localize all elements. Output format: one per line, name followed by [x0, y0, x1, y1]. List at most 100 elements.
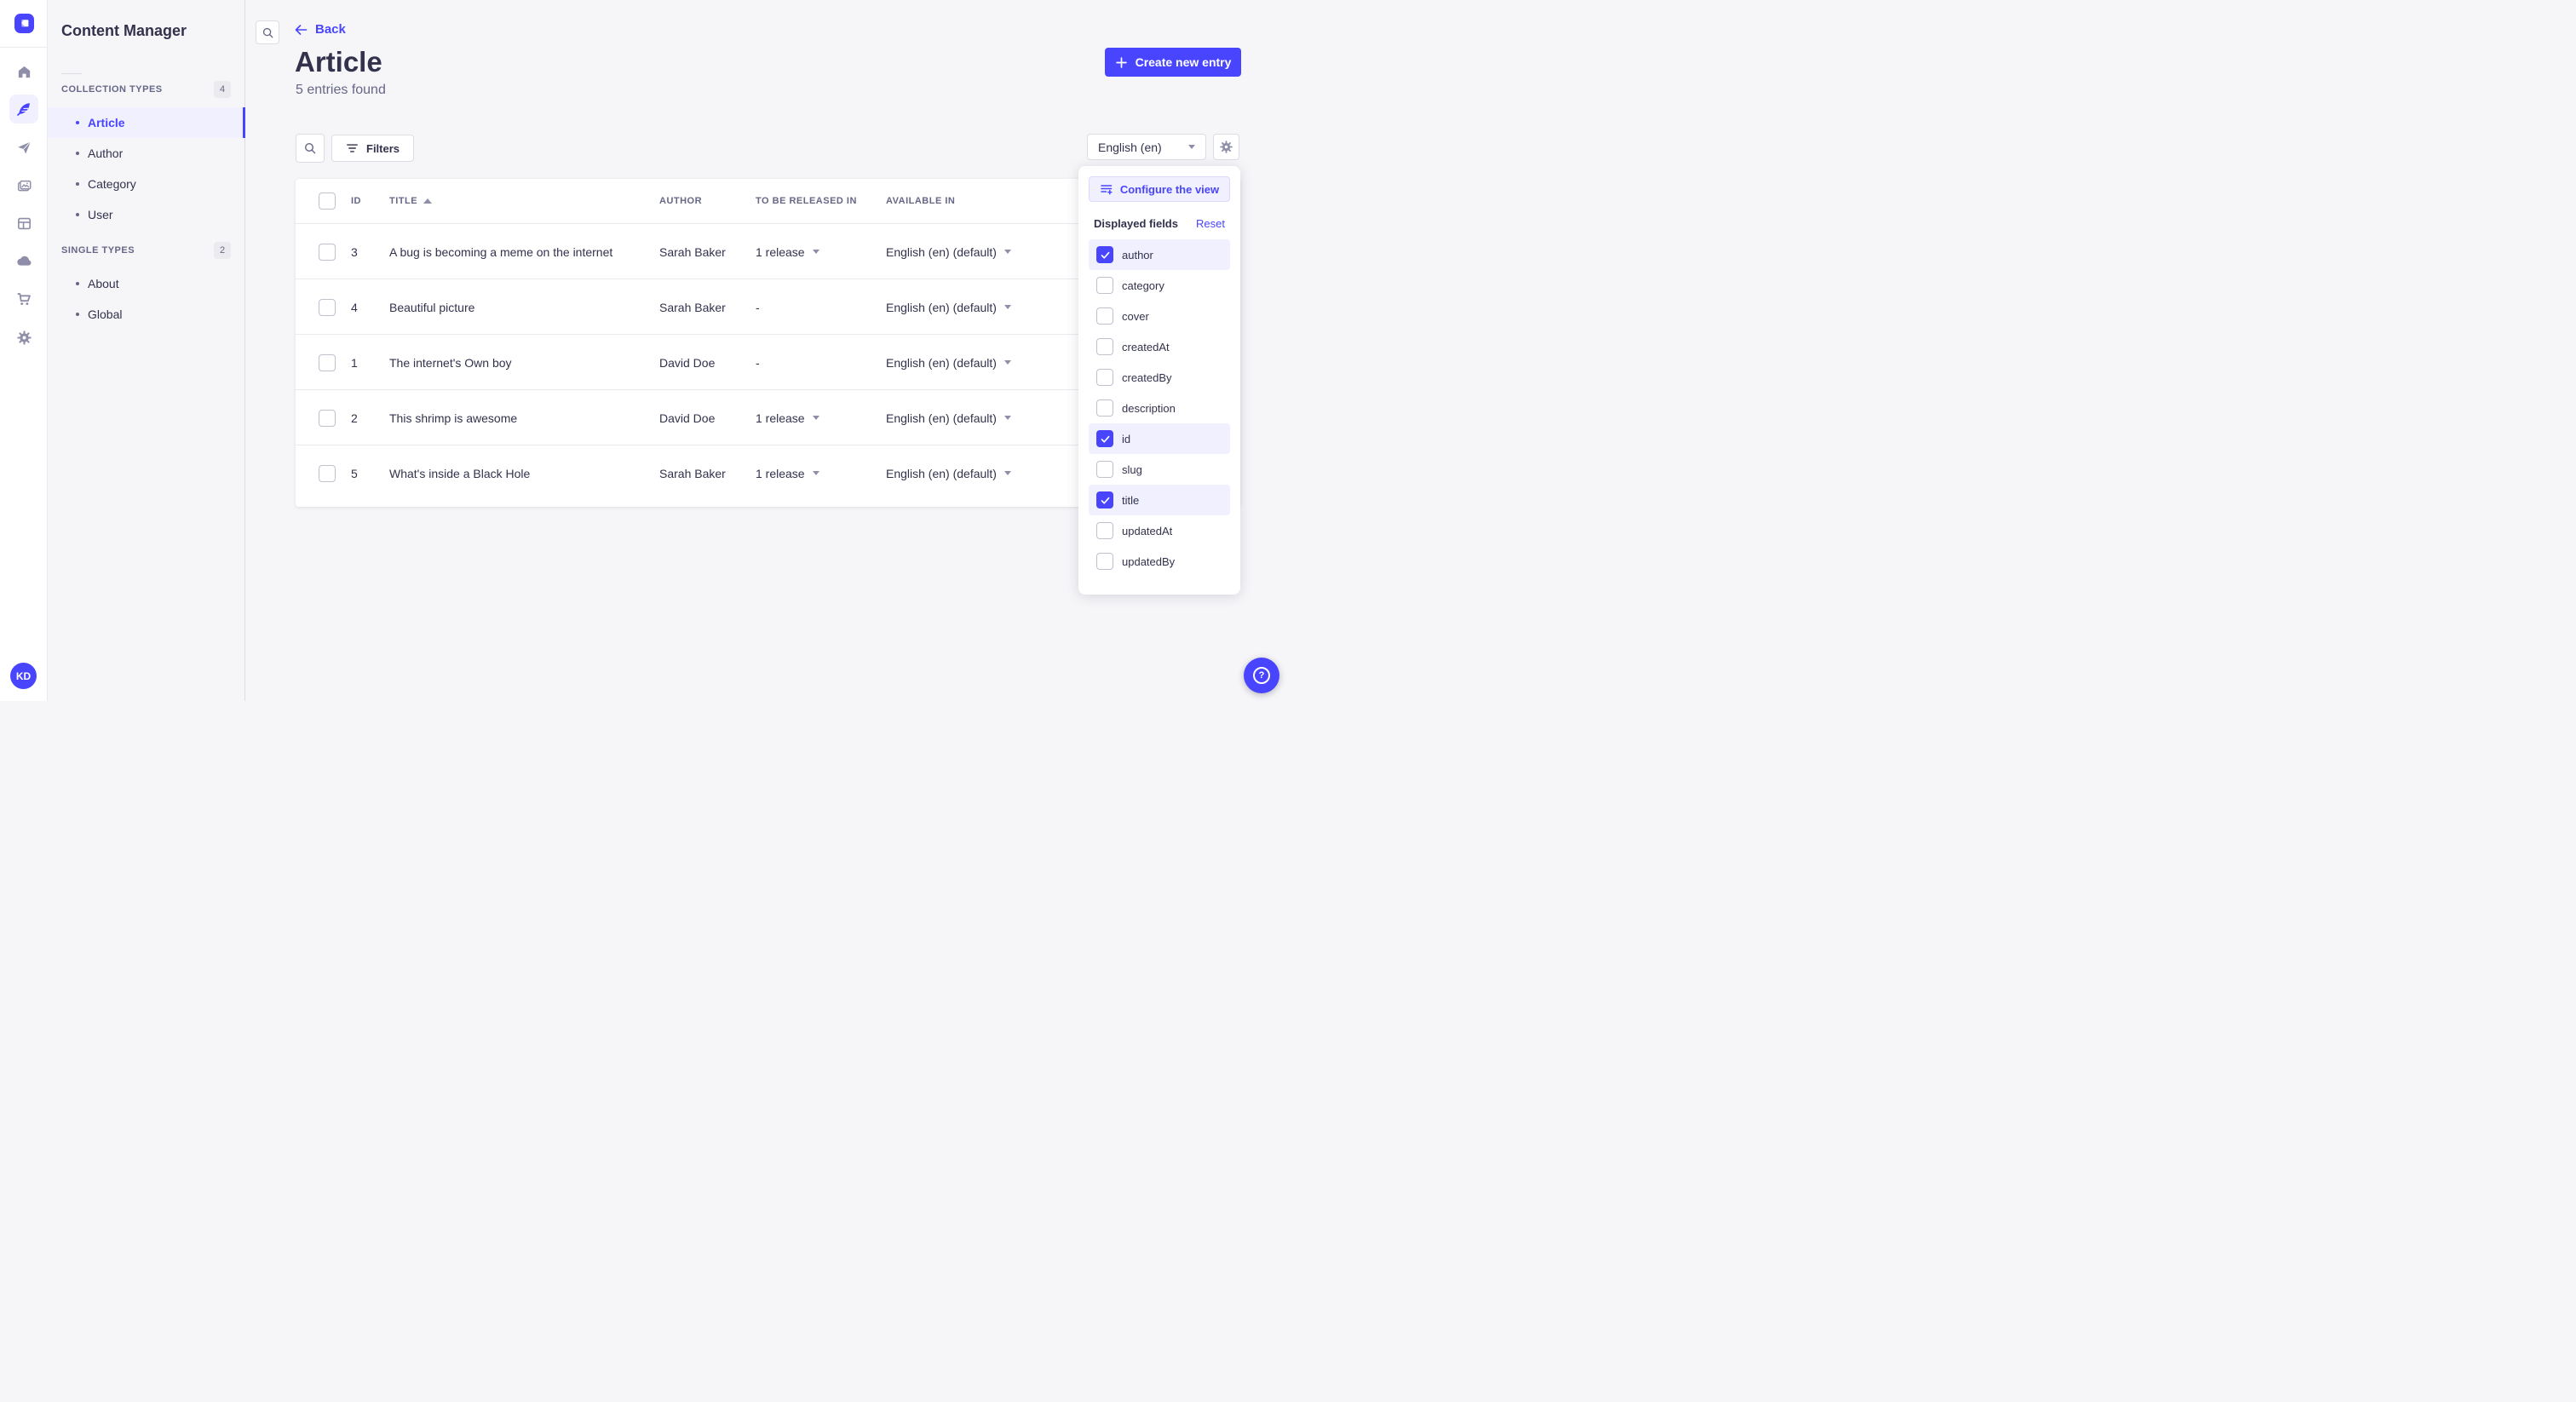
- chevron-down-icon: [1003, 471, 1011, 475]
- reset-link[interactable]: Reset: [1196, 217, 1225, 230]
- chevron-down-icon: [1003, 416, 1011, 420]
- strapi-logo: [14, 14, 34, 33]
- question-mark-icon: ?: [1253, 667, 1270, 684]
- chevron-down-icon: [812, 250, 819, 254]
- nav-rail: KD: [0, 0, 48, 701]
- checkbox[interactable]: [1096, 307, 1113, 325]
- field-toggle-slug[interactable]: slug: [1089, 454, 1230, 485]
- cart-icon: [16, 292, 31, 305]
- section-label-collection-types: COLLECTION TYPES: [61, 84, 163, 95]
- rail-releases-button[interactable]: [10, 134, 37, 161]
- field-label: cover: [1122, 309, 1149, 323]
- release-dropdown[interactable]: 1 release: [756, 445, 819, 501]
- bullet-icon: [76, 282, 79, 285]
- filters-label: Filters: [366, 141, 400, 155]
- checkbox[interactable]: [1096, 522, 1113, 539]
- release-dropdown[interactable]: 1 release: [756, 224, 819, 279]
- locale-dropdown[interactable]: English (en) (default): [886, 390, 1011, 445]
- send-icon: [17, 141, 31, 154]
- release-dropdown[interactable]: 1 release: [756, 390, 819, 445]
- filters-button[interactable]: Filters: [331, 135, 415, 162]
- checkbox[interactable]: [1096, 461, 1113, 478]
- rail-marketplace-button[interactable]: [10, 285, 37, 313]
- row-checkbox[interactable]: [319, 243, 336, 261]
- row-checkbox[interactable]: [319, 464, 336, 482]
- select-all-checkbox[interactable]: [319, 192, 336, 210]
- field-toggle-author[interactable]: author: [1089, 239, 1230, 270]
- checkbox[interactable]: [1096, 277, 1113, 294]
- field-toggle-category[interactable]: category: [1089, 270, 1230, 301]
- field-toggle-updatedBy[interactable]: updatedBy: [1089, 546, 1230, 577]
- column-header-available-in[interactable]: AVAILABLE IN: [886, 179, 955, 223]
- rail-home-button[interactable]: [10, 58, 37, 85]
- cell-id: 5: [351, 466, 358, 480]
- locale-dropdown[interactable]: English (en) (default): [886, 279, 1011, 335]
- sidebar-item-label: Article: [88, 116, 125, 129]
- field-toggle-cover[interactable]: cover: [1089, 301, 1230, 331]
- locale-dropdown[interactable]: English (en) (default): [886, 224, 1011, 279]
- row-checkbox[interactable]: [319, 298, 336, 316]
- view-settings-button[interactable]: [1213, 134, 1239, 160]
- locale-select[interactable]: English (en): [1087, 134, 1206, 160]
- column-header-id[interactable]: ID: [351, 179, 361, 223]
- rail-content-manager-button[interactable]: [9, 95, 38, 124]
- column-header-author[interactable]: AUTHOR: [659, 179, 702, 223]
- rail-webpages-button[interactable]: [10, 210, 37, 237]
- field-toggle-createdBy[interactable]: createdBy: [1089, 362, 1230, 393]
- sidebar-item-label: Global: [88, 307, 123, 321]
- checkbox[interactable]: [1096, 338, 1113, 355]
- help-button[interactable]: ?: [1244, 658, 1279, 693]
- search-icon: [262, 27, 273, 37]
- checkbox[interactable]: [1096, 430, 1113, 447]
- bullet-icon: [76, 213, 79, 216]
- entries-count: 5 entries found: [296, 83, 386, 97]
- rail-deploy-button[interactable]: [10, 248, 37, 275]
- back-link[interactable]: Back: [294, 22, 346, 37]
- logo-cell: [0, 0, 48, 48]
- sidebar-item-user[interactable]: User: [48, 199, 245, 230]
- row-checkbox[interactable]: [319, 409, 336, 427]
- column-header-to-be-released-in[interactable]: TO BE RELEASED IN: [756, 179, 857, 223]
- subnav-search-button[interactable]: [256, 20, 279, 44]
- locale-dropdown[interactable]: English (en) (default): [886, 445, 1011, 501]
- checkbox[interactable]: [1096, 399, 1113, 417]
- field-toggle-title[interactable]: title: [1089, 485, 1230, 515]
- page-title: Article: [295, 46, 382, 78]
- sidebar-item-about[interactable]: About: [48, 268, 245, 299]
- sidebar-item-global[interactable]: Global: [48, 299, 245, 330]
- field-toggle-id[interactable]: id: [1089, 423, 1230, 454]
- bullet-icon: [76, 121, 79, 124]
- rail-settings-button[interactable]: [10, 324, 37, 351]
- field-toggle-updatedAt[interactable]: updatedAt: [1089, 515, 1230, 546]
- field-label: updatedAt: [1122, 524, 1173, 537]
- create-new-entry-label: Create new entry: [1135, 55, 1232, 69]
- checkbox[interactable]: [1096, 246, 1113, 263]
- bullet-icon: [76, 313, 79, 316]
- rail-media-library-button[interactable]: [10, 172, 37, 199]
- checkbox[interactable]: [1096, 491, 1113, 509]
- cell-author: Sarah Baker: [659, 466, 726, 480]
- field-toggle-createdAt[interactable]: createdAt: [1089, 331, 1230, 362]
- back-label: Back: [315, 22, 346, 37]
- release-dropdown: -: [756, 355, 760, 370]
- checkbox[interactable]: [1096, 369, 1113, 386]
- subnav-divider: [61, 73, 82, 74]
- table-search-button[interactable]: [296, 134, 325, 163]
- field-label: author: [1122, 248, 1153, 261]
- configure-the-view-button[interactable]: Configure the view: [1089, 176, 1230, 202]
- checkbox[interactable]: [1096, 553, 1113, 570]
- locale-value: English (en): [1098, 140, 1162, 154]
- sidebar-item-article[interactable]: Article: [48, 107, 245, 138]
- locale-dropdown[interactable]: English (en) (default): [886, 335, 1011, 390]
- content-manager-feather-icon: [17, 103, 30, 116]
- collection-types-count-badge: 4: [214, 81, 231, 98]
- sidebar-item-category[interactable]: Category: [48, 169, 245, 199]
- field-toggle-description[interactable]: description: [1089, 393, 1230, 423]
- bullet-icon: [76, 182, 79, 186]
- sidebar-item-author[interactable]: Author: [48, 138, 245, 169]
- row-checkbox[interactable]: [319, 353, 336, 371]
- user-avatar[interactable]: KD: [10, 663, 37, 689]
- create-new-entry-button[interactable]: Create new entry: [1105, 48, 1241, 77]
- user-initials: KD: [15, 669, 32, 682]
- column-header-title[interactable]: TITLE: [389, 179, 433, 223]
